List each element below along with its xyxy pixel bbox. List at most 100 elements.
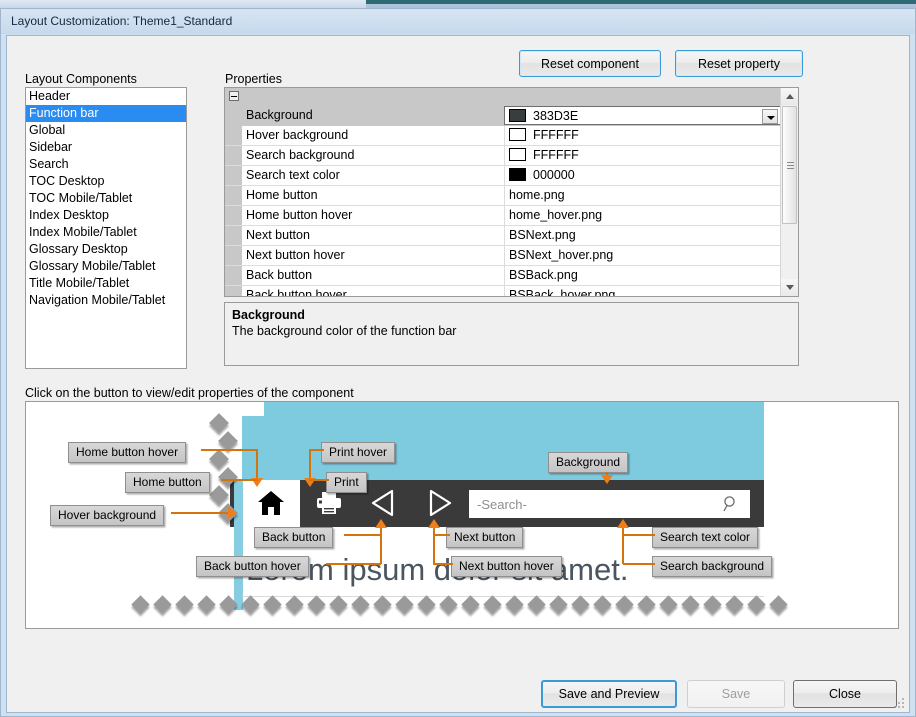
leader-line [622,534,624,564]
property-name: Back button hover [246,288,347,297]
property-value-cell[interactable]: 383D3E [504,106,781,125]
property-value-text: FFFFFF [533,148,579,162]
property-row-gutter [225,246,242,265]
property-row-gutter [225,266,242,285]
collapse-group-icon[interactable] [229,91,239,101]
scroll-down-arrow-icon[interactable] [781,279,798,296]
component-list-item[interactable]: Global [26,122,186,139]
property-value-cell[interactable]: FFFFFF [504,126,781,145]
callout-print-hover[interactable]: Print hover [321,442,396,463]
property-value-text: home_hover.png [509,208,603,222]
reset-component-button[interactable]: Reset component [519,50,661,77]
leader-line [326,563,381,565]
preview-sidebar-line [234,480,243,610]
callout-hover-background[interactable]: Hover background [50,505,165,526]
next-button-icon[interactable] [424,488,454,518]
property-row[interactable]: Hover background FFFFFF [225,126,781,146]
reset-property-button[interactable]: Reset property [675,50,803,77]
property-row-gutter [225,186,242,205]
component-list-item[interactable]: Header [26,88,186,105]
component-list-item[interactable]: Navigation Mobile/Tablet [26,292,186,309]
callout-home-button-hover[interactable]: Home button hover [68,442,187,463]
component-list-item[interactable]: Index Mobile/Tablet [26,224,186,241]
close-button[interactable]: Close [793,680,897,708]
leader-line [380,534,382,564]
search-icon[interactable] [722,495,740,513]
dialog-client-area: Layout Components Properties Reset compo… [6,35,910,713]
property-value-cell[interactable]: BSBack.png [504,266,781,285]
callout-back-button[interactable]: Back button [254,527,334,548]
property-row[interactable]: Home button hover home_hover.png [225,206,781,226]
leader-line [433,563,453,565]
print-icon[interactable] [316,491,342,515]
component-list-item[interactable]: Search [26,156,186,173]
property-name: Home button [246,188,318,202]
property-value-cell[interactable]: home.png [504,186,781,205]
callout-search-background[interactable]: Search background [652,556,773,577]
property-row[interactable]: Back button BSBack.png [225,266,781,286]
property-value-text: 000000 [533,168,575,182]
chevron-down-icon[interactable] [762,109,778,124]
property-row[interactable]: Search text color 000000 [225,166,781,186]
property-row-gutter [225,126,242,145]
callout-background[interactable]: Background [548,452,629,473]
search-placeholder-text: -Search- [477,496,527,512]
component-list-item[interactable]: Title Mobile/Tablet [26,275,186,292]
properties-grid[interactable]: Background 383D3E Hover background FFFFFF Se… [224,87,799,297]
layout-components-label: Layout Components [25,72,137,86]
dialog-root: Layout Customization: Theme1_Standard La… [0,0,916,717]
component-list-item[interactable]: Glossary Mobile/Tablet [26,258,186,275]
property-value-text: 383D3E [533,109,579,123]
property-name: Background [246,108,313,122]
property-value-cell[interactable]: FFFFFF [504,146,781,165]
property-value-cell[interactable]: home_hover.png [504,206,781,225]
back-button-icon[interactable] [369,488,399,518]
property-row[interactable]: Next button hover BSNext_hover.png [225,246,781,266]
leader-line [622,527,624,534]
property-value-text: BSNext.png [509,228,576,242]
callout-print[interactable]: Print [326,472,367,493]
properties-grid-scrollbar[interactable] [780,88,798,296]
preview-search-box[interactable]: -Search- [469,490,750,518]
preview-home-button-cell[interactable] [243,480,300,527]
component-list-item[interactable]: Sidebar [26,139,186,156]
property-value-cell[interactable]: 000000 [504,166,781,185]
arrow-right-icon [228,507,237,519]
component-list-item[interactable]: Glossary Desktop [26,241,186,258]
property-description-pane: Background The background color of the f… [224,302,799,366]
color-swatch [509,148,526,161]
property-value-cell[interactable]: BSNext_hover.png [504,246,781,265]
callout-home-button[interactable]: Home button [125,472,210,493]
callout-back-button-hover[interactable]: Back button hover [196,556,309,577]
callout-search-text-color[interactable]: Search text color [652,527,759,548]
component-list-item[interactable]: TOC Desktop [26,173,186,190]
property-name: Hover background [246,128,349,142]
property-row[interactable]: Next button BSNext.png [225,226,781,246]
layout-customization-dialog: Layout Customization: Theme1_Standard La… [0,8,916,717]
scrollbar-thumb[interactable] [782,106,797,224]
property-row[interactable]: Home button home.png [225,186,781,206]
property-row[interactable]: Background 383D3E [225,106,781,126]
save-and-preview-button[interactable]: Save and Preview [541,680,677,708]
color-swatch [509,168,526,181]
property-value-cell[interactable]: BSNext.png [504,226,781,245]
component-list-item[interactable]: Index Desktop [26,207,186,224]
description-title: Background [232,308,305,322]
layout-components-list[interactable]: Header Function bar Global Sidebar Search TOC… [25,87,187,369]
property-row-gutter [225,226,242,245]
resize-grip-icon[interactable] [894,698,906,710]
callout-next-button-hover[interactable]: Next button hover [451,556,562,577]
property-row[interactable]: Back button hover BSBack_hover.png [225,286,781,297]
description-text: The background color of the function bar [232,324,457,338]
property-row[interactable]: Search background FFFFFF [225,146,781,166]
callout-next-button[interactable]: Next button [446,527,524,548]
layout-preview-panel[interactable]: -Search- Lorem ipsum dolor sit amet. Hom… [25,401,899,629]
property-row-gutter [225,146,242,165]
dialog-titlebar: Layout Customization: Theme1_Standard [1,9,915,34]
component-list-item[interactable]: TOC Mobile/Tablet [26,190,186,207]
property-value-cell[interactable]: BSBack_hover.png [504,286,781,296]
leader-line [434,534,450,536]
property-value-text: BSNext_hover.png [509,248,614,262]
scroll-up-arrow-icon[interactable] [781,88,798,105]
component-list-item[interactable]: Function bar [26,105,186,122]
